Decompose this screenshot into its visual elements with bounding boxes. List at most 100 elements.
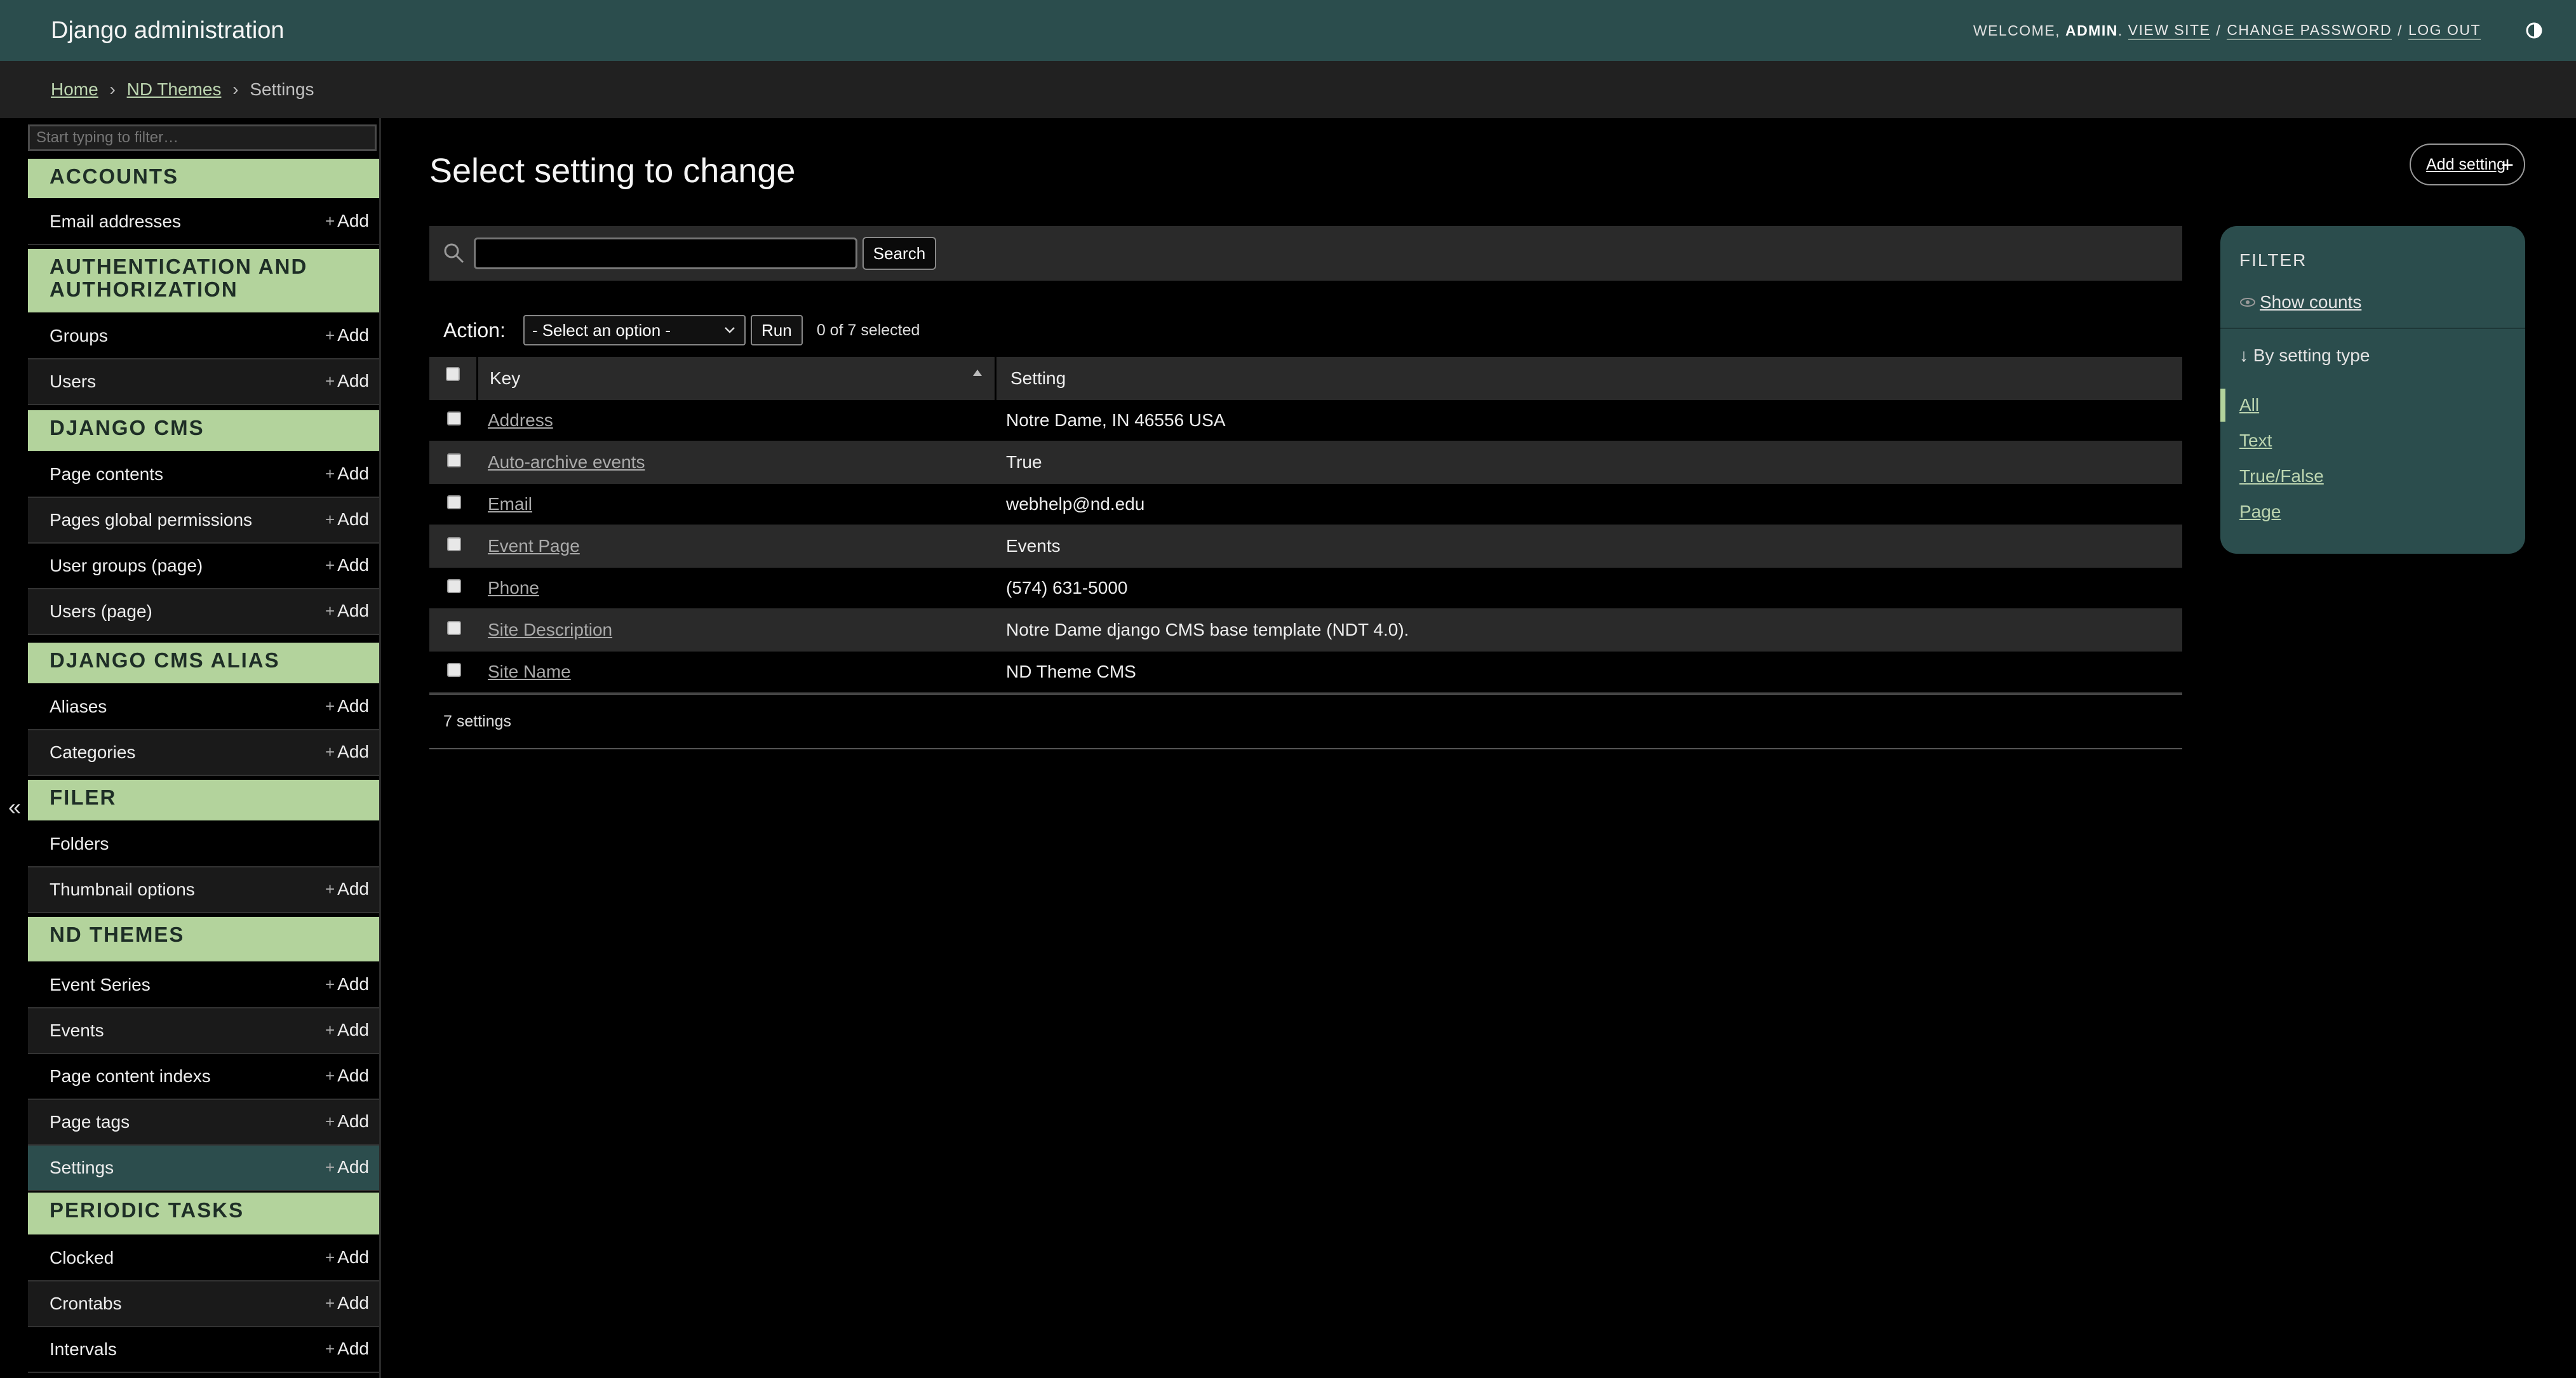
module-caption[interactable]: Django CMS Alias — [28, 643, 379, 685]
model-row[interactable]: Clocked + Add — [28, 1236, 379, 1281]
filter-choice-link[interactable]: All — [2239, 395, 2259, 415]
module-caption[interactable]: Filer — [28, 780, 379, 822]
add-link[interactable]: + Add — [325, 1157, 369, 1177]
row-key-link[interactable]: Address — [488, 410, 553, 431]
theme-toggle-icon[interactable] — [2523, 19, 2546, 42]
filter-section-title[interactable]: ↓ By setting type — [2239, 345, 2370, 366]
filter-choice-all[interactable]: All — [2239, 395, 2259, 415]
add-link[interactable]: + Add — [325, 509, 369, 530]
model-row[interactable]: Event Series + Add — [28, 963, 379, 1008]
model-link[interactable]: Pages global permissions — [50, 510, 252, 530]
search-input[interactable] — [474, 237, 857, 269]
module-caption[interactable]: Accounts — [28, 159, 379, 199]
row-key-text[interactable]: Site Description — [488, 620, 612, 639]
filter-choice-link[interactable]: Text — [2239, 431, 2272, 450]
row-key-text[interactable]: Event Page — [488, 536, 580, 556]
model-row[interactable]: Aliases + Add — [28, 685, 379, 730]
add-link[interactable]: + Add — [325, 371, 369, 391]
module-caption[interactable]: ND Themes — [28, 917, 379, 963]
row-key-text[interactable]: Phone — [488, 578, 539, 598]
model-row[interactable]: Events + Add — [28, 1008, 379, 1054]
column-header-key[interactable]: Key — [478, 357, 996, 400]
model-row[interactable]: Folders — [28, 822, 379, 867]
row-key-link[interactable]: Event Page — [488, 536, 580, 556]
show-counts-link[interactable]: Show counts — [2260, 292, 2361, 312]
add-link[interactable]: + Add — [325, 211, 369, 231]
add-link[interactable]: + Add — [325, 555, 369, 575]
row-key-text[interactable]: Address — [488, 410, 553, 430]
row-key-link[interactable]: Auto-archive events — [488, 452, 645, 472]
add-link[interactable]: + Add — [325, 974, 369, 994]
add-setting-button[interactable]: Add setting + — [2410, 144, 2525, 185]
row-checkbox[interactable] — [447, 621, 461, 635]
row-key-link[interactable]: Site Description — [488, 620, 612, 640]
module-caption[interactable]: Authentication and Authorization — [28, 249, 379, 314]
row-checkbox[interactable] — [447, 453, 461, 467]
action-select[interactable]: - Select an option - — [523, 315, 746, 345]
log-out-link[interactable]: Log out — [2408, 22, 2481, 40]
model-row[interactable]: Page contents + Add — [28, 452, 379, 498]
row-key-link[interactable]: Email — [488, 494, 532, 514]
filter-choice-page[interactable]: Page — [2239, 502, 2281, 522]
add-link[interactable]: + Add — [325, 601, 369, 621]
model-link[interactable]: Users (page) — [50, 601, 152, 622]
model-row-current[interactable]: Settings + Add — [28, 1146, 379, 1191]
add-link[interactable]: + Add — [325, 1247, 369, 1268]
model-row[interactable]: Pages global permissions + Add — [28, 498, 379, 544]
model-link[interactable]: Aliases — [50, 697, 107, 717]
add-link[interactable]: + Add — [325, 325, 369, 345]
add-link[interactable]: + Add — [325, 879, 369, 899]
model-row[interactable]: User groups (page) + Add — [28, 544, 379, 589]
model-link[interactable]: Users — [50, 371, 96, 392]
model-link[interactable]: Intervals — [50, 1339, 117, 1360]
view-site-link[interactable]: View site — [2128, 22, 2211, 40]
add-link[interactable]: + Add — [325, 1293, 369, 1313]
model-link[interactable]: Categories — [50, 742, 135, 763]
model-row[interactable]: Intervals + Add — [28, 1327, 379, 1373]
show-counts-toggle[interactable]: Show counts — [2239, 292, 2361, 312]
model-link[interactable]: Settings — [50, 1158, 114, 1178]
row-checkbox[interactable] — [447, 495, 461, 509]
model-row[interactable]: Categories + Add — [28, 730, 379, 776]
model-row[interactable]: Page tags + Add — [28, 1100, 379, 1146]
model-link[interactable]: Page content indexs — [50, 1066, 211, 1087]
model-link[interactable]: Email addresses — [50, 211, 181, 232]
select-all-checkbox[interactable] — [446, 367, 460, 381]
row-key-text[interactable]: Site Name — [488, 662, 571, 681]
model-row[interactable]: Crontabs + Add — [28, 1281, 379, 1327]
model-row[interactable]: Email addresses + Add — [28, 199, 379, 245]
row-key-text[interactable]: Auto-archive events — [488, 452, 645, 472]
change-password-link[interactable]: Change password — [2227, 22, 2392, 40]
model-link[interactable]: Crontabs — [50, 1294, 122, 1314]
breadcrumb-app[interactable]: ND Themes — [127, 79, 222, 99]
filter-choice-text[interactable]: Text — [2239, 431, 2272, 451]
row-key-link[interactable]: Site Name — [488, 662, 571, 682]
filter-choice-link[interactable]: True/False — [2239, 466, 2324, 486]
model-link[interactable]: Folders — [50, 834, 109, 854]
search-button[interactable]: Search — [862, 237, 936, 270]
site-branding[interactable]: Django administration — [51, 0, 285, 61]
model-row[interactable]: Page content indexs + Add — [28, 1054, 379, 1100]
model-link[interactable]: Clocked — [50, 1248, 114, 1268]
add-link[interactable]: + Add — [325, 1020, 369, 1040]
add-link[interactable]: + Add — [325, 1066, 369, 1086]
filter-choice-true-false[interactable]: True/False — [2239, 466, 2324, 486]
row-key-text[interactable]: Email — [488, 494, 532, 514]
model-link[interactable]: Thumbnail options — [50, 880, 195, 900]
row-checkbox[interactable] — [447, 663, 461, 677]
model-row[interactable]: Users + Add — [28, 359, 379, 405]
module-caption[interactable]: Django CMS — [28, 410, 379, 452]
add-link[interactable]: + Add — [325, 742, 369, 762]
toggle-sidebar-button[interactable]: « — [4, 794, 25, 820]
model-link[interactable]: Page contents — [50, 464, 163, 485]
filter-choice-link[interactable]: Page — [2239, 502, 2281, 521]
module-caption[interactable]: Periodic Tasks — [28, 1193, 379, 1236]
row-key-link[interactable]: Phone — [488, 578, 539, 598]
model-link[interactable]: Event Series — [50, 975, 151, 995]
breadcrumb-home[interactable]: Home — [51, 79, 98, 99]
row-checkbox[interactable] — [447, 579, 461, 593]
run-button[interactable]: Run — [750, 315, 803, 345]
model-row[interactable]: Groups + Add — [28, 314, 379, 359]
sort-ascending-icon[interactable] — [972, 368, 983, 377]
add-link[interactable]: + Add — [325, 1339, 369, 1359]
